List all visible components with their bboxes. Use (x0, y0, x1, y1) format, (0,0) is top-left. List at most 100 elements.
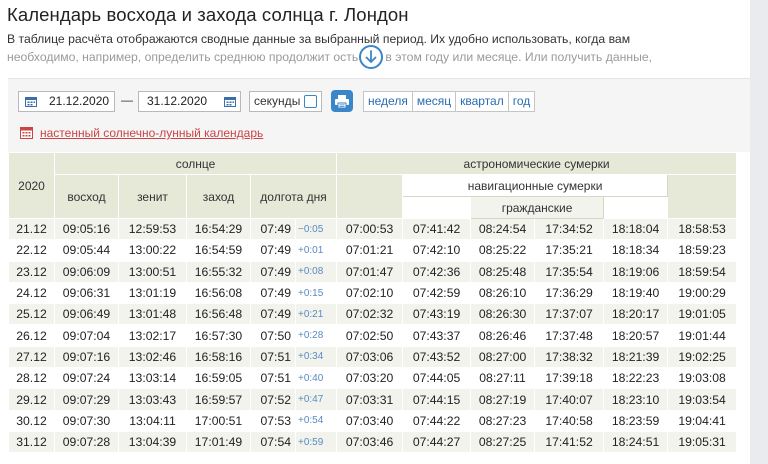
zenith-cell: 12:59:53 (118, 217, 187, 241)
civil-dawn-cell: 08:27:25 (470, 430, 536, 454)
table-row: 29.12 09:07:29 13:03:43 16:59:57 07:52 +0:47 0… (8, 388, 738, 411)
zenith-cell: 13:01:19 (118, 281, 187, 305)
astro-dawn-cell: 07:00:53 (336, 217, 404, 241)
civil-dusk-cell: 17:36:29 (534, 281, 605, 305)
sunset-cell: 17:00:51 (186, 409, 251, 432)
row-date: 25.12 (8, 303, 55, 326)
wall-calendar-link-label[interactable]: настенный солнечно-лунный календарь (40, 126, 263, 140)
civil-dawn-cell: 08:26:30 (470, 303, 536, 326)
sunrise-cell: 09:07:29 (54, 388, 119, 411)
nav-dawn-cell: 07:44:05 (402, 367, 472, 390)
nav-dawn-cell: 07:44:27 (402, 430, 472, 454)
row-date: 26.12 (8, 324, 55, 347)
calendar-icon[interactable] (224, 96, 236, 107)
nav-dusk-cell: 18:19:40 (603, 281, 669, 305)
table-row: 24.12 09:06:31 13:01:19 16:56:08 07:49 +0:15 0… (8, 281, 738, 305)
sunset-cell: 16:57:30 (186, 324, 251, 347)
calendar-icon[interactable] (25, 96, 37, 107)
civil-dusk-cell: 17:37:48 (534, 324, 605, 347)
table-row: 22.12 09:05:44 13:00:22 16:54:59 07:49 +0:01 0… (8, 239, 738, 262)
civil-dawn-cell: 08:27:23 (470, 409, 536, 432)
civil-twilight-header: гражданские (470, 196, 605, 219)
zenith-cell: 13:04:39 (118, 430, 187, 454)
civil-dusk-cell: 17:40:07 (534, 388, 605, 411)
print-button[interactable] (331, 90, 353, 112)
day-length-diff-cell: +0:21 (294, 303, 338, 326)
nav-spacer-left (402, 196, 472, 219)
day-length-diff-cell: +0:40 (294, 367, 338, 390)
nav-dusk-cell: 18:19:06 (603, 260, 669, 283)
day-length-cell: 07:51 (250, 345, 296, 369)
seconds-checkbox[interactable] (304, 95, 317, 108)
date-to-input[interactable]: 31.12.2020 (138, 91, 241, 112)
astro-dawn-cell: 07:03:40 (336, 409, 404, 432)
astro-dawn-cell: 07:02:50 (336, 324, 404, 347)
period-month[interactable]: месяц (413, 92, 457, 111)
page-title: Календарь восхода и захода солнца г. Лон… (7, 4, 409, 25)
astro-dawn-cell: 07:01:21 (336, 239, 404, 262)
sunset-cell: 16:58:16 (186, 345, 251, 369)
zenith-cell: 13:03:43 (118, 388, 187, 411)
civil-dawn-cell: 08:25:48 (470, 260, 536, 283)
row-date: 22.12 (8, 239, 55, 262)
nav-dawn-cell: 07:42:36 (402, 260, 472, 283)
row-date: 30.12 (8, 409, 55, 432)
table-row: 28.12 09:07:24 13:03:14 16:59:05 07:51 +0:40 0… (8, 367, 738, 390)
civil-dawn-cell: 08:25:22 (470, 239, 536, 262)
table-row: 31.12 09:07:28 13:04:39 17:01:49 07:54 +0:59 0… (8, 430, 738, 454)
nav-dawn-cell: 07:41:42 (402, 217, 472, 241)
astro-dusk-cell: 19:03:08 (667, 367, 738, 390)
table-body: 21.12 09:05:16 12:59:53 16:54:29 07:49 −0:05 0… (8, 217, 738, 454)
sunset-cell: 16:55:32 (186, 260, 251, 283)
astro-dawn-cell: 07:03:20 (336, 367, 404, 390)
table-row: 30.12 09:07:30 13:04:11 17:00:51 07:53 +0:54 0… (8, 409, 738, 432)
table-row: 21.12 09:05:16 12:59:53 16:54:29 07:49 −0:05 0… (8, 217, 738, 241)
zenith-cell: 13:01:48 (118, 303, 187, 326)
arrow-down-icon (365, 50, 377, 64)
wall-calendar-link[interactable]: настенный солнечно-лунный календарь (20, 126, 263, 142)
zenith-cell: 13:00:22 (118, 239, 187, 262)
row-date: 27.12 (8, 345, 55, 369)
date-range-dash: — (121, 93, 133, 107)
civil-dawn-cell: 08:26:10 (470, 281, 536, 305)
zenith-cell: 13:00:51 (118, 260, 187, 283)
day-length-diff-cell: +0:47 (294, 388, 338, 411)
zenith-cell: 13:04:11 (118, 409, 187, 432)
civil-dawn-cell: 08:26:46 (470, 324, 536, 347)
nav-dawn-cell: 07:44:22 (402, 409, 472, 432)
seconds-toggle[interactable]: секунды (249, 91, 322, 112)
astro-spacer-left (336, 174, 404, 219)
row-date: 31.12 (8, 430, 55, 454)
astro-dusk-cell: 19:05:31 (667, 430, 738, 454)
col-zenith: зенит (118, 174, 187, 219)
nav-dawn-cell: 07:44:15 (402, 388, 472, 411)
astro-dawn-cell: 07:02:32 (336, 303, 404, 326)
nav-dusk-cell: 18:18:34 (603, 239, 669, 262)
period-week[interactable]: неделя (364, 92, 413, 111)
period-selector: неделя месяц квартал год (363, 91, 536, 112)
period-year[interactable]: год (509, 92, 535, 111)
day-length-cell: 07:49 (250, 281, 296, 305)
date-to-value: 31.12.2020 (147, 94, 208, 108)
sunrise-cell: 09:06:09 (54, 260, 119, 283)
nav-dawn-cell: 07:43:37 (402, 324, 472, 347)
astro-dusk-cell: 19:01:05 (667, 303, 738, 326)
nav-spacer-right (603, 196, 669, 219)
astro-dawn-cell: 07:03:46 (336, 430, 404, 454)
sunrise-cell: 09:06:49 (54, 303, 119, 326)
zenith-cell: 13:03:14 (118, 367, 187, 390)
day-length-diff-cell: +0:28 (294, 324, 338, 347)
table-row: 26.12 09:07:04 13:02:17 16:57:30 07:50 +0:28 0… (8, 324, 738, 347)
nav-twilight-header: навигационные сумерки (402, 174, 669, 197)
astro-dusk-cell: 18:59:23 (667, 239, 738, 262)
date-from-input[interactable]: 21.12.2020 (18, 91, 115, 112)
year-header: 2020 (8, 152, 55, 219)
sunset-cell: 16:56:48 (186, 303, 251, 326)
expand-text-button[interactable] (359, 45, 383, 69)
day-length-cell: 07:53 (250, 409, 296, 432)
zenith-cell: 13:02:17 (118, 324, 187, 347)
day-length-diff-cell: +0:15 (294, 281, 338, 305)
zenith-cell: 13:02:46 (118, 345, 187, 369)
period-quarter[interactable]: квартал (456, 92, 509, 111)
astro-dawn-cell: 07:03:06 (336, 345, 404, 369)
